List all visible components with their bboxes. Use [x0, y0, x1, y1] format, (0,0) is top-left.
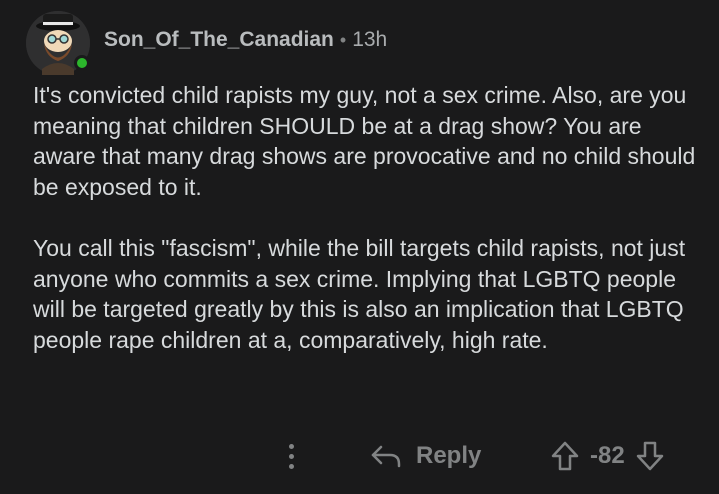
comment: Son_Of_The_Canadian • 13h It's convicted…	[0, 0, 719, 494]
downvote-arrow-icon[interactable]	[635, 440, 665, 472]
reply-button[interactable]: Reply	[370, 436, 481, 476]
username-link[interactable]: Son_Of_The_Canadian	[104, 28, 334, 52]
more-vertical-icon	[288, 443, 294, 449]
comment-header: Son_Of_The_Canadian • 13h	[26, 10, 387, 76]
comment-paragraph: You call this "fascism", while the bill …	[33, 235, 686, 353]
more-vertical-icon	[288, 463, 294, 469]
avatar[interactable]	[26, 11, 90, 75]
comment-meta: Son_Of_The_Canadian • 13h	[104, 28, 387, 52]
comment-paragraph: It's convicted child rapists my guy, not…	[33, 82, 696, 200]
meta-separator: •	[339, 29, 347, 50]
comment-body: It's convicted child rapists my guy, not…	[33, 80, 703, 386]
reply-label: Reply	[416, 442, 482, 469]
upvote-arrow-icon[interactable]	[550, 440, 580, 472]
online-status-icon	[74, 55, 90, 71]
vote-controls: -82	[550, 436, 665, 476]
more-vertical-icon	[288, 453, 294, 459]
timestamp: 13h	[352, 28, 388, 51]
vote-score: -82	[590, 442, 625, 469]
more-options-button[interactable]	[277, 438, 305, 474]
comment-actions: Reply -82	[0, 434, 719, 478]
reply-arrow-icon	[371, 445, 401, 468]
